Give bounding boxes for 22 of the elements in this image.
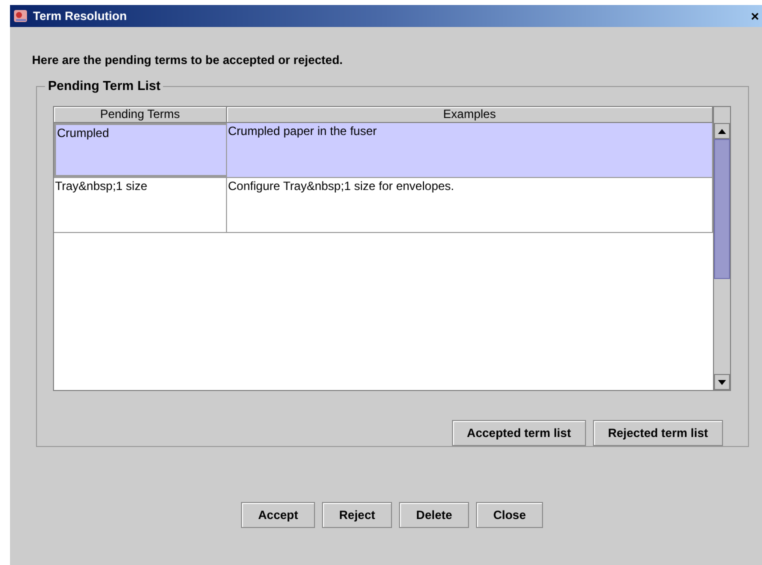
- table-row[interactable]: Tray&nbsp;1 size Configure Tray&nbsp;1 size for envelopes.: [54, 178, 713, 233]
- scroll-down-button[interactable]: [714, 374, 730, 390]
- down-arrow-icon: [718, 380, 726, 384]
- close-button[interactable]: ×: [750, 9, 759, 23]
- scroll-thumb[interactable]: [714, 139, 730, 279]
- action-button[interactable]: Delete: [399, 502, 470, 528]
- scrollbar[interactable]: [713, 107, 730, 390]
- scroll-up-button[interactable]: [714, 123, 730, 139]
- instruction-text: Here are the pending terms to be accepted or rejected.: [32, 52, 344, 69]
- column-header[interactable]: Examples: [227, 107, 713, 123]
- table-row[interactable]: Crumpled Crumpled paper in the fuser: [54, 123, 713, 178]
- list-button[interactable]: Rejected term list: [592, 420, 723, 446]
- up-arrow-icon: [718, 128, 726, 134]
- table-cell[interactable]: Tray&nbsp;1 size: [54, 178, 227, 232]
- table-cell[interactable]: Crumpled: [54, 123, 227, 177]
- column-header[interactable]: Pending Terms: [54, 107, 227, 123]
- action-button[interactable]: Accept: [241, 502, 316, 528]
- action-button[interactable]: Close: [476, 502, 543, 528]
- window-title: Term Resolution: [33, 8, 127, 25]
- action-button[interactable]: Reject: [322, 502, 392, 528]
- list-button[interactable]: Accepted term list: [452, 420, 586, 446]
- app-icon: [13, 8, 29, 24]
